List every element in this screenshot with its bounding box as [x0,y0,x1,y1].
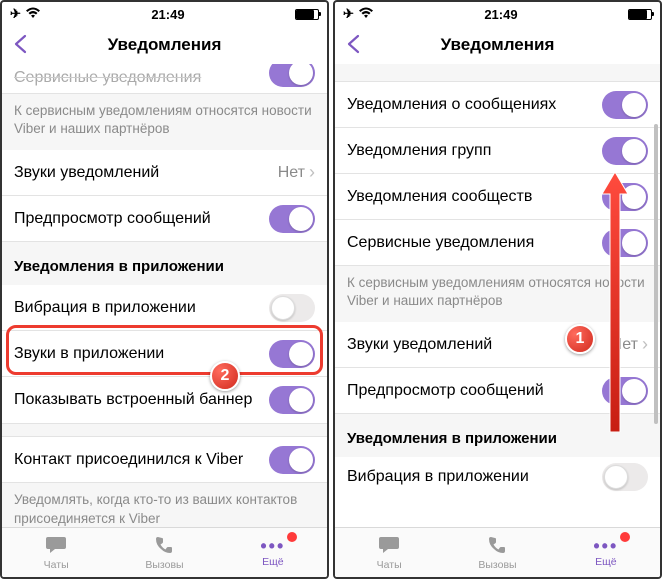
scroll-indicator[interactable] [654,124,658,424]
tab-more[interactable]: ••• Ещё [219,528,327,577]
row-notification-sounds[interactable]: Звуки уведомлений Нет › [2,150,327,196]
phone-icon [487,535,507,558]
chat-icon [45,535,67,558]
toggle-in-app-sounds[interactable] [269,340,315,368]
note-service: К сервисным уведомлениям относятся новос… [335,266,660,322]
tab-calls[interactable]: Вызовы [443,528,551,577]
section-in-app: Уведомления в приложении [2,242,327,285]
row-message-preview[interactable]: Предпросмотр сообщений [335,368,660,414]
battery-icon [295,9,319,20]
toggle-communities[interactable] [602,183,648,211]
chevron-right-icon: › [309,162,315,183]
status-time: 21:49 [151,7,184,22]
row-in-app-vibration[interactable]: Вибрация в приложении [335,457,660,497]
battery-icon [628,9,652,20]
status-time: 21:49 [484,7,517,22]
nav-bar: Уведомления [2,26,327,64]
settings-list: Сервисные уведомления К сервисным уведом… [2,64,327,527]
value-sounds: Нет [611,336,638,354]
airplane-mode-icon: ✈ [343,6,354,22]
tab-chats[interactable]: Чаты [335,528,443,577]
toggle-vibration[interactable] [602,463,648,491]
tab-more[interactable]: ••• Ещё [552,528,660,577]
note-joined: Уведомлять, когда кто-то из ваших контак… [2,483,327,527]
row-message-notifications[interactable]: Уведомления о сообщениях [335,82,660,128]
toggle-vibration[interactable] [269,294,315,322]
value-sounds: Нет [278,164,305,182]
note-service: К сервисным уведомлениям относятся новос… [2,94,327,150]
wifi-icon [358,7,374,22]
toggle-preview[interactable] [602,377,648,405]
page-title: Уведомления [2,35,327,55]
phone-left: ✈ 21:49 Уведомления Сервисные уведомлени… [0,0,329,579]
toggle-msg[interactable] [602,91,648,119]
row-contact-joined[interactable]: Контакт присоединился к Viber [2,437,327,483]
wifi-icon [25,7,41,22]
section-in-app: Уведомления в приложении [335,414,660,457]
back-button[interactable] [12,32,30,58]
tab-bar: Чаты Вызовы ••• Ещё [335,527,660,577]
status-bar: ✈ 21:49 [2,2,327,26]
row-community-notifications[interactable]: Уведомления сообществ [335,174,660,220]
row-message-preview[interactable]: Предпросмотр сообщений [2,196,327,242]
nav-bar: Уведомления [335,26,660,64]
page-title: Уведомления [335,35,660,55]
settings-list: Уведомления о сообщениях Уведомления гру… [335,64,660,527]
toggle-service[interactable] [602,229,648,257]
tab-bar: Чаты Вызовы ••• Ещё [2,527,327,577]
row-notification-sounds[interactable]: Звуки уведомлений Нет › [335,322,660,368]
phone-right: ✈ 21:49 Уведомления Уведомления о сообще… [333,0,662,579]
airplane-mode-icon: ✈ [10,6,21,22]
row-service-notifications[interactable]: Сервисные уведомления [335,220,660,266]
more-icon: ••• [260,537,285,555]
tab-chats[interactable]: Чаты [2,528,110,577]
more-icon: ••• [593,537,618,555]
toggle-groups[interactable] [602,137,648,165]
toggle-service[interactable] [269,64,315,87]
chat-icon [378,535,400,558]
row-group-notifications[interactable]: Уведомления групп [335,128,660,174]
row-service-partial[interactable]: Сервисные уведомления [2,64,327,94]
toggle-joined[interactable] [269,446,315,474]
back-button[interactable] [345,32,363,58]
row-builtin-banner[interactable]: Показывать встроенный баннер [2,377,327,423]
row-in-app-vibration[interactable]: Вибрация в приложении [2,285,327,331]
toggle-banner[interactable] [269,386,315,414]
row-in-app-sounds[interactable]: Звуки в приложении [2,331,327,377]
phone-icon [154,535,174,558]
status-bar: ✈ 21:49 [335,2,660,26]
toggle-preview[interactable] [269,205,315,233]
badge-dot-icon [620,532,630,542]
chevron-right-icon: › [642,334,648,355]
tab-calls[interactable]: Вызовы [110,528,218,577]
badge-dot-icon [287,532,297,542]
